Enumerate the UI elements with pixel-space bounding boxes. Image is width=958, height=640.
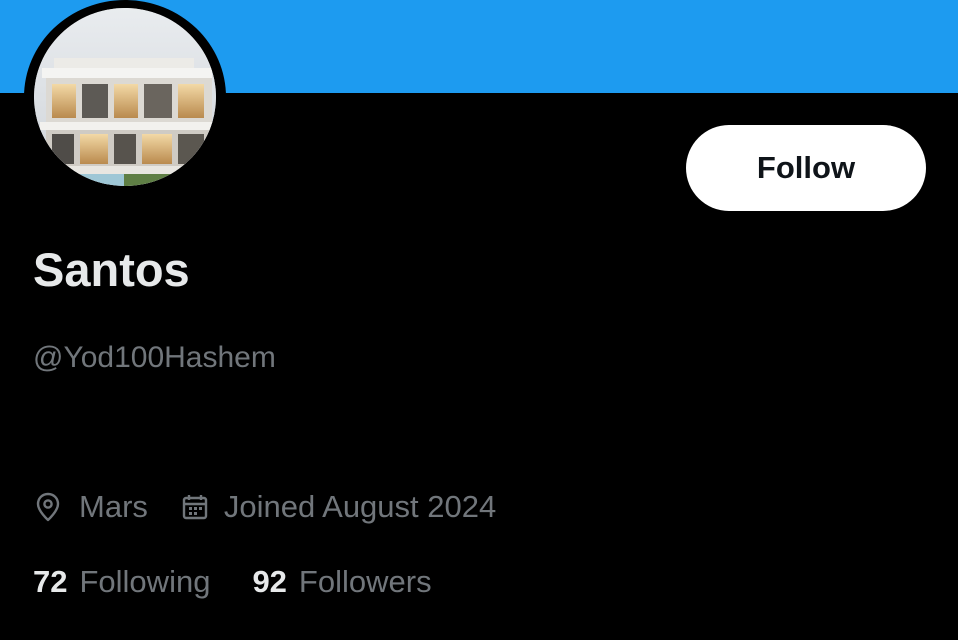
followers-label: Followers	[298, 564, 432, 599]
profile-meta-row: Mars Joined August 2024	[33, 485, 496, 529]
avatar-image	[34, 8, 216, 186]
following-label: Following	[79, 564, 211, 599]
location-pin-icon	[33, 492, 63, 522]
joined-item: Joined August 2024	[180, 489, 496, 525]
joined-date-text: Joined August 2024	[223, 489, 497, 524]
profile-handle: @Yod100Hashem	[33, 341, 276, 374]
follow-button[interactable]: Follow	[686, 125, 926, 211]
following-link[interactable]: 72 Following	[33, 564, 210, 600]
house-photo-graphic	[34, 8, 216, 186]
location-item: Mars	[33, 489, 148, 525]
location-text: Mars	[79, 489, 148, 524]
profile-stats-row: 72 Following 92 Followers	[33, 560, 432, 604]
profile-display-name: Santos	[33, 243, 190, 296]
avatar[interactable]	[24, 0, 226, 194]
profile-page: Follow Santos @Yod100Hashem Mars Joined …	[0, 0, 958, 640]
followers-link[interactable]: 92 Followers	[252, 564, 431, 600]
following-count: 72	[33, 564, 68, 599]
followers-count: 92	[252, 564, 287, 599]
calendar-icon	[180, 492, 210, 522]
